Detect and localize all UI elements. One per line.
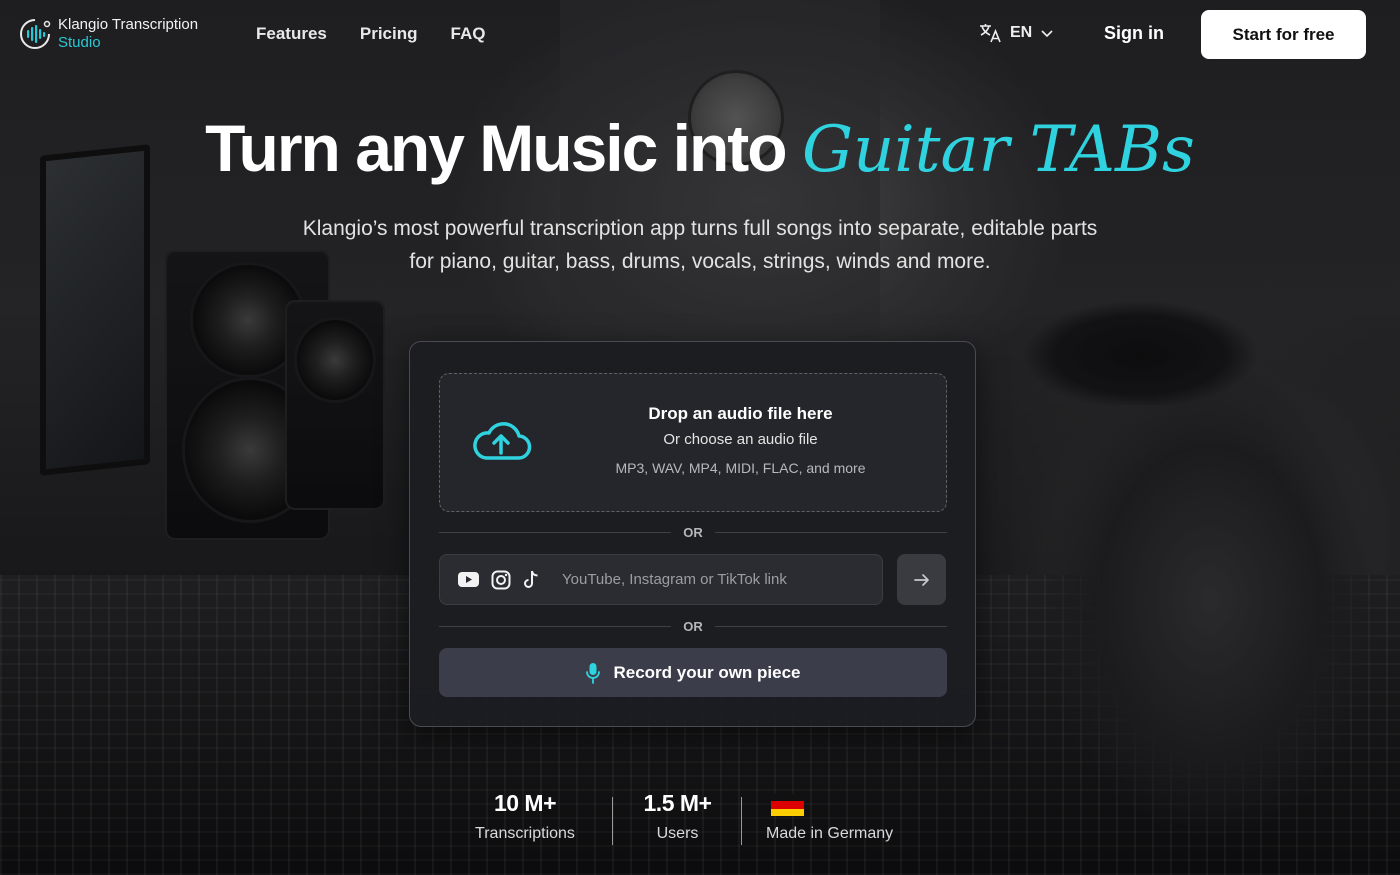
microphone-icon <box>586 662 601 684</box>
hero-title-main: Turn any Music into <box>205 111 787 185</box>
record-label: Record your own piece <box>613 662 801 682</box>
media-link-input[interactable] <box>562 571 862 588</box>
choose-file-link[interactable]: Or choose an audio file <box>440 431 946 448</box>
upload-card: Drop an audio file here Or choose an aud… <box>409 341 976 727</box>
or-label-2: OR <box>683 618 703 634</box>
hero-title-accent: Guitar TABs <box>801 113 1195 187</box>
dropzone-title: Drop an audio file here <box>648 404 833 423</box>
sign-in-link[interactable]: Sign in <box>1104 23 1164 44</box>
brand-name: Klangio Transcription <box>58 16 199 33</box>
arrow-right-icon <box>913 573 929 586</box>
hero-subtitle-line1: Klangio’s most powerful transcription ap… <box>302 217 1098 240</box>
record-own-piece-button[interactable]: Record your own piece <box>439 648 947 697</box>
nav-pricing[interactable]: Pricing <box>360 24 418 44</box>
main-nav: Features Pricing FAQ <box>256 24 485 44</box>
stat-number: 10 M+ <box>493 790 557 816</box>
stat-transcriptions: 10 M+ Transcriptions <box>460 790 590 843</box>
germany-flag-icon <box>771 794 804 816</box>
audio-dropzone[interactable]: Drop an audio file here Or choose an aud… <box>439 373 947 512</box>
stat-label: Made in Germany <box>766 825 894 842</box>
stat-divider <box>741 797 742 845</box>
stat-made-in-germany: Made in Germany <box>766 794 926 843</box>
top-navbar: Klangio Transcription Studio Features Pr… <box>0 0 1400 68</box>
language-selector[interactable]: EN <box>978 22 1054 44</box>
hero-title: Turn any Music into Guitar TABs <box>0 110 1400 187</box>
brand-logo[interactable]: Klangio Transcription Studio <box>18 16 238 52</box>
translate-icon <box>980 24 1001 43</box>
hero-subtitle: Klangio’s most powerful transcription ap… <box>200 212 1200 278</box>
start-for-free-button[interactable]: Start for free <box>1201 10 1366 59</box>
stat-users: 1.5 M+ Users <box>630 790 725 843</box>
hero-subtitle-line2: for piano, guitar, bass, drums, vocals, … <box>409 250 991 273</box>
instagram-icon <box>491 570 511 589</box>
or-label: OR <box>683 524 703 540</box>
nav-features[interactable]: Features <box>256 24 327 44</box>
link-input-box[interactable] <box>439 554 883 605</box>
klangio-logo-icon <box>20 19 51 49</box>
stat-label: Transcriptions <box>475 825 575 842</box>
stat-divider <box>612 797 613 845</box>
submit-link-button[interactable] <box>897 554 946 605</box>
language-code: EN <box>1010 24 1033 41</box>
tiktok-icon <box>524 570 538 588</box>
or-separator: OR <box>439 522 947 542</box>
youtube-icon <box>458 572 479 587</box>
or-separator-2: OR <box>439 616 947 636</box>
chevron-down-icon <box>1041 30 1053 38</box>
stat-label: Users <box>656 825 699 842</box>
brand-subname: Studio <box>58 34 101 51</box>
nav-faq[interactable]: FAQ <box>451 24 486 44</box>
stat-number: 1.5 M+ <box>643 790 712 816</box>
supported-formats: MP3, WAV, MP4, MIDI, FLAC, and more <box>615 460 866 476</box>
